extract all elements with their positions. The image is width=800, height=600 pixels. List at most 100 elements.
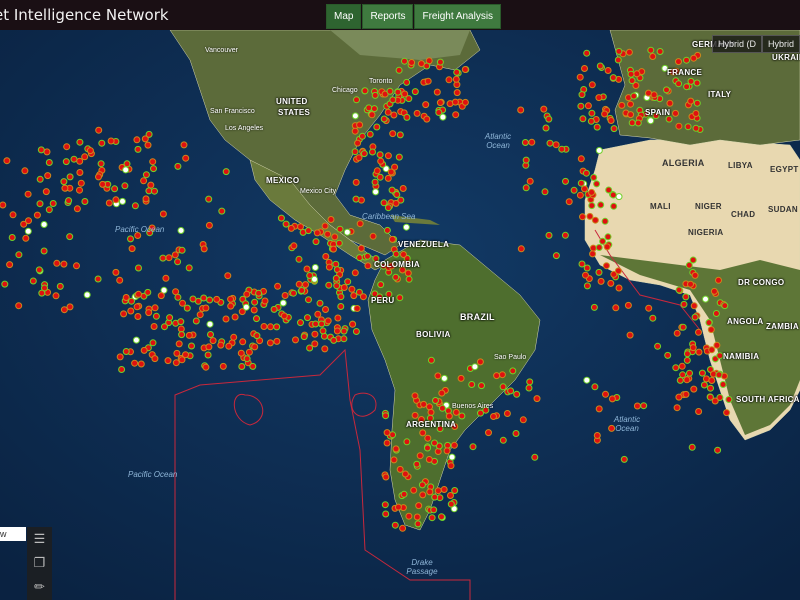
vessel-marker[interactable] (607, 117, 615, 124)
vessel-marker[interactable] (15, 302, 23, 310)
vessel-marker[interactable] (630, 92, 638, 100)
vessel-marker[interactable] (202, 363, 210, 371)
vessel-marker[interactable] (295, 255, 303, 263)
vessel-marker[interactable] (597, 201, 605, 209)
vessel-marker[interactable] (628, 119, 636, 127)
vessel-marker[interactable] (690, 54, 698, 62)
vessel-marker[interactable] (123, 160, 131, 168)
vessel-marker[interactable] (344, 278, 352, 286)
vessel-marker[interactable] (174, 162, 182, 170)
vessel-marker[interactable] (384, 152, 392, 160)
vessel-marker[interactable] (351, 269, 359, 277)
vessel-marker[interactable] (222, 168, 230, 176)
vessel-marker[interactable] (200, 245, 208, 253)
vessel-marker[interactable] (204, 351, 212, 359)
vessel-marker[interactable] (469, 443, 477, 451)
vessel-marker[interactable] (604, 233, 612, 241)
vessel-marker[interactable] (485, 429, 492, 437)
vessel-marker[interactable] (142, 195, 150, 203)
vessel-marker[interactable] (86, 147, 94, 155)
vessel-marker[interactable] (599, 237, 607, 245)
vessel-marker[interactable] (498, 371, 506, 379)
vessel-marker[interactable] (395, 66, 403, 74)
vessel-marker[interactable] (584, 102, 592, 110)
vessel-marker[interactable] (56, 282, 64, 290)
vessel-marker[interactable] (438, 513, 445, 521)
vessel-marker[interactable] (306, 344, 314, 352)
vessel-marker[interactable] (433, 88, 441, 96)
vessel-marker[interactable] (24, 190, 32, 198)
vessel-marker[interactable] (612, 304, 620, 312)
vessel-marker[interactable] (116, 276, 124, 284)
vessel-marker[interactable] (43, 148, 51, 156)
vessel-marker[interactable] (182, 154, 190, 162)
vessel-marker[interactable] (76, 186, 83, 194)
vessel-marker[interactable] (122, 166, 130, 174)
vessel-marker[interactable] (679, 371, 687, 379)
vessel-marker[interactable] (364, 262, 372, 270)
vessel-marker[interactable] (134, 145, 142, 153)
vessel-marker[interactable] (425, 456, 433, 463)
vessel-marker[interactable] (499, 436, 507, 444)
vessel-marker[interactable] (290, 242, 298, 250)
vessel-marker[interactable] (343, 228, 351, 236)
vessel-marker[interactable] (399, 185, 407, 192)
vessel-marker[interactable] (392, 199, 400, 207)
vessel-marker[interactable] (0, 201, 7, 209)
vessel-marker[interactable] (382, 412, 390, 420)
vessel-marker[interactable] (593, 432, 601, 439)
vessel-marker[interactable] (350, 292, 358, 300)
vessel-marker[interactable] (725, 396, 733, 403)
vessel-marker[interactable] (297, 319, 304, 327)
vessel-marker[interactable] (358, 132, 366, 140)
vessel-marker[interactable] (60, 306, 68, 314)
vessel-marker[interactable] (411, 392, 419, 400)
vessel-marker[interactable] (121, 182, 129, 190)
vessel-marker[interactable] (122, 348, 130, 355)
vessel-marker[interactable] (393, 191, 401, 198)
vessel-marker[interactable] (705, 319, 713, 327)
vessel-marker[interactable] (366, 130, 374, 138)
vessel-marker[interactable] (419, 491, 427, 499)
vessel-marker[interactable] (151, 187, 158, 195)
vessel-marker[interactable] (427, 356, 435, 364)
vessel-marker[interactable] (615, 47, 623, 55)
ruler-icon[interactable]: ✏ (27, 575, 52, 599)
vessel-marker[interactable] (227, 295, 235, 303)
vessel-marker[interactable] (230, 333, 238, 341)
vessel-marker[interactable] (410, 486, 418, 494)
vessel-marker[interactable] (127, 235, 134, 243)
vessel-marker[interactable] (715, 371, 723, 379)
vessel-marker[interactable] (35, 266, 43, 274)
vessel-marker[interactable] (251, 343, 259, 351)
vessel-marker[interactable] (394, 88, 402, 96)
vessel-marker[interactable] (205, 195, 213, 203)
vessel-marker[interactable] (522, 184, 530, 192)
vessel-marker[interactable] (645, 304, 653, 312)
vessel-marker[interactable] (426, 488, 434, 496)
vessel-marker[interactable] (140, 177, 148, 185)
vessel-marker[interactable] (675, 393, 683, 401)
vessel-marker[interactable] (382, 510, 390, 518)
vessel-marker[interactable] (185, 331, 193, 339)
vessel-marker[interactable] (311, 264, 319, 271)
vessel-marker[interactable] (383, 429, 391, 437)
vessel-marker[interactable] (165, 254, 173, 262)
vessel-marker[interactable] (369, 232, 377, 240)
vessel-marker[interactable] (673, 404, 681, 412)
vessel-marker[interactable] (626, 331, 634, 339)
vessel-marker[interactable] (649, 53, 657, 60)
vessel-marker[interactable] (334, 314, 342, 322)
vessel-marker[interactable] (219, 362, 227, 370)
vessel-marker[interactable] (586, 212, 594, 220)
vessel-marker[interactable] (60, 178, 68, 186)
vessel-marker[interactable] (576, 73, 584, 81)
vessel-marker[interactable] (312, 320, 320, 328)
vessel-marker[interactable] (431, 439, 438, 447)
vessel-marker[interactable] (377, 157, 385, 165)
vessel-marker[interactable] (595, 147, 603, 154)
vessel-marker[interactable] (405, 275, 413, 283)
vessel-marker[interactable] (396, 465, 404, 473)
vessel-marker[interactable] (174, 293, 182, 301)
vessel-marker[interactable] (601, 217, 609, 225)
